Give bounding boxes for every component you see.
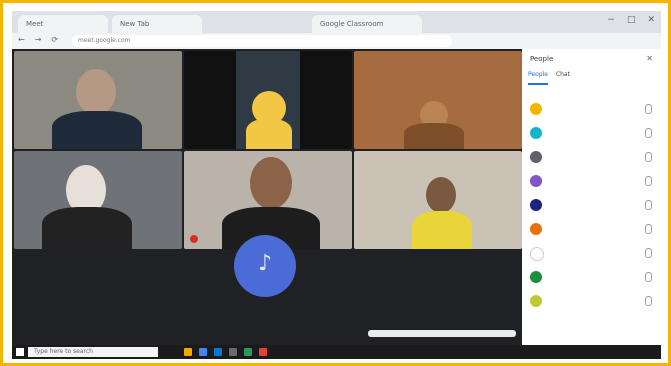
participant-row[interactable] [530, 125, 654, 143]
participant-body [412, 211, 472, 249]
app-icon[interactable] [244, 348, 252, 356]
windows-start-icon[interactable] [16, 348, 24, 356]
tab-new[interactable]: New Tab [112, 15, 202, 33]
participant-face [76, 69, 116, 115]
mic-icon [645, 128, 652, 138]
meeting-stage: ♪ [12, 49, 522, 345]
participant-tile[interactable] [184, 51, 352, 149]
nav-buttons: ← → ⟳ [18, 35, 58, 44]
mic-icon [645, 104, 652, 114]
tab-people[interactable]: People [528, 71, 548, 85]
participant-body [42, 207, 132, 249]
avatar-glyph: ♪ [257, 251, 273, 276]
people-panel: People ✕ People Chat [522, 49, 661, 345]
participant-avatar [530, 103, 542, 115]
taskbar: Type here to search [12, 345, 661, 359]
browser-window: Meet New Tab Google Classroom − □ ✕ ← → … [12, 11, 661, 359]
tab-classroom[interactable]: Google Classroom [312, 15, 422, 33]
participant-row[interactable] [530, 269, 654, 287]
tab-chat[interactable]: Chat [556, 71, 570, 85]
participant-face [250, 157, 292, 209]
dark-panel [300, 51, 352, 149]
window-controls: − □ ✕ [607, 15, 655, 25]
mic-icon [645, 248, 652, 258]
participant-tile[interactable] [14, 151, 182, 249]
participant-row[interactable] [530, 149, 654, 167]
participant-tile[interactable] [354, 51, 522, 149]
mic-icon [645, 200, 652, 210]
participant-avatar [530, 127, 542, 139]
url-field[interactable]: meet.google.com [72, 35, 452, 47]
participant-avatar [530, 295, 542, 307]
mic-icon [645, 296, 652, 306]
muted-mic-icon [190, 235, 198, 243]
panel-tabs: People Chat [528, 71, 655, 85]
participant-avatar [530, 199, 542, 211]
participant-body [404, 123, 464, 149]
mic-icon [645, 152, 652, 162]
participant-row[interactable] [530, 245, 654, 263]
minimize-icon[interactable]: − [607, 15, 615, 25]
maximize-icon[interactable]: □ [627, 15, 636, 25]
mic-icon [645, 272, 652, 282]
mic-icon [645, 224, 652, 234]
participant-avatar [530, 151, 542, 163]
participant-body [52, 111, 142, 149]
back-icon[interactable]: ← [18, 35, 25, 44]
presentation-banner [368, 330, 516, 337]
tab-meet[interactable]: Meet [18, 15, 108, 33]
taskbar-apps [184, 348, 267, 356]
participant-row[interactable] [530, 173, 654, 191]
taskbar-search[interactable]: Type here to search [28, 347, 158, 357]
mic-icon [645, 176, 652, 186]
close-icon[interactable]: ✕ [646, 54, 653, 63]
participant-row[interactable] [530, 101, 654, 119]
participant-tile[interactable] [354, 151, 522, 249]
participant-row[interactable] [530, 293, 654, 311]
participant-avatar [530, 247, 544, 261]
participant-avatar [530, 223, 542, 235]
participant-row[interactable] [530, 221, 654, 239]
panel-title: People [530, 55, 554, 63]
close-icon[interactable]: ✕ [647, 15, 655, 25]
address-bar: ← → ⟳ meet.google.com [12, 33, 661, 49]
app-icon[interactable] [229, 348, 237, 356]
app-icon[interactable] [259, 348, 267, 356]
dark-panel [184, 51, 236, 149]
participant-face [426, 177, 456, 213]
file-explorer-icon[interactable] [184, 348, 192, 356]
participant-tile[interactable] [14, 51, 182, 149]
tab-bar: Meet New Tab Google Classroom − □ ✕ [12, 11, 661, 33]
participant-avatar[interactable]: ♪ [234, 235, 296, 297]
participant-avatar [530, 175, 542, 187]
participant-row[interactable] [530, 197, 654, 215]
participant-avatar [530, 271, 542, 283]
participant-body [246, 119, 292, 149]
chrome-icon[interactable] [199, 348, 207, 356]
reload-icon[interactable]: ⟳ [51, 35, 58, 44]
edge-icon[interactable] [214, 348, 222, 356]
forward-icon[interactable]: → [35, 35, 42, 44]
